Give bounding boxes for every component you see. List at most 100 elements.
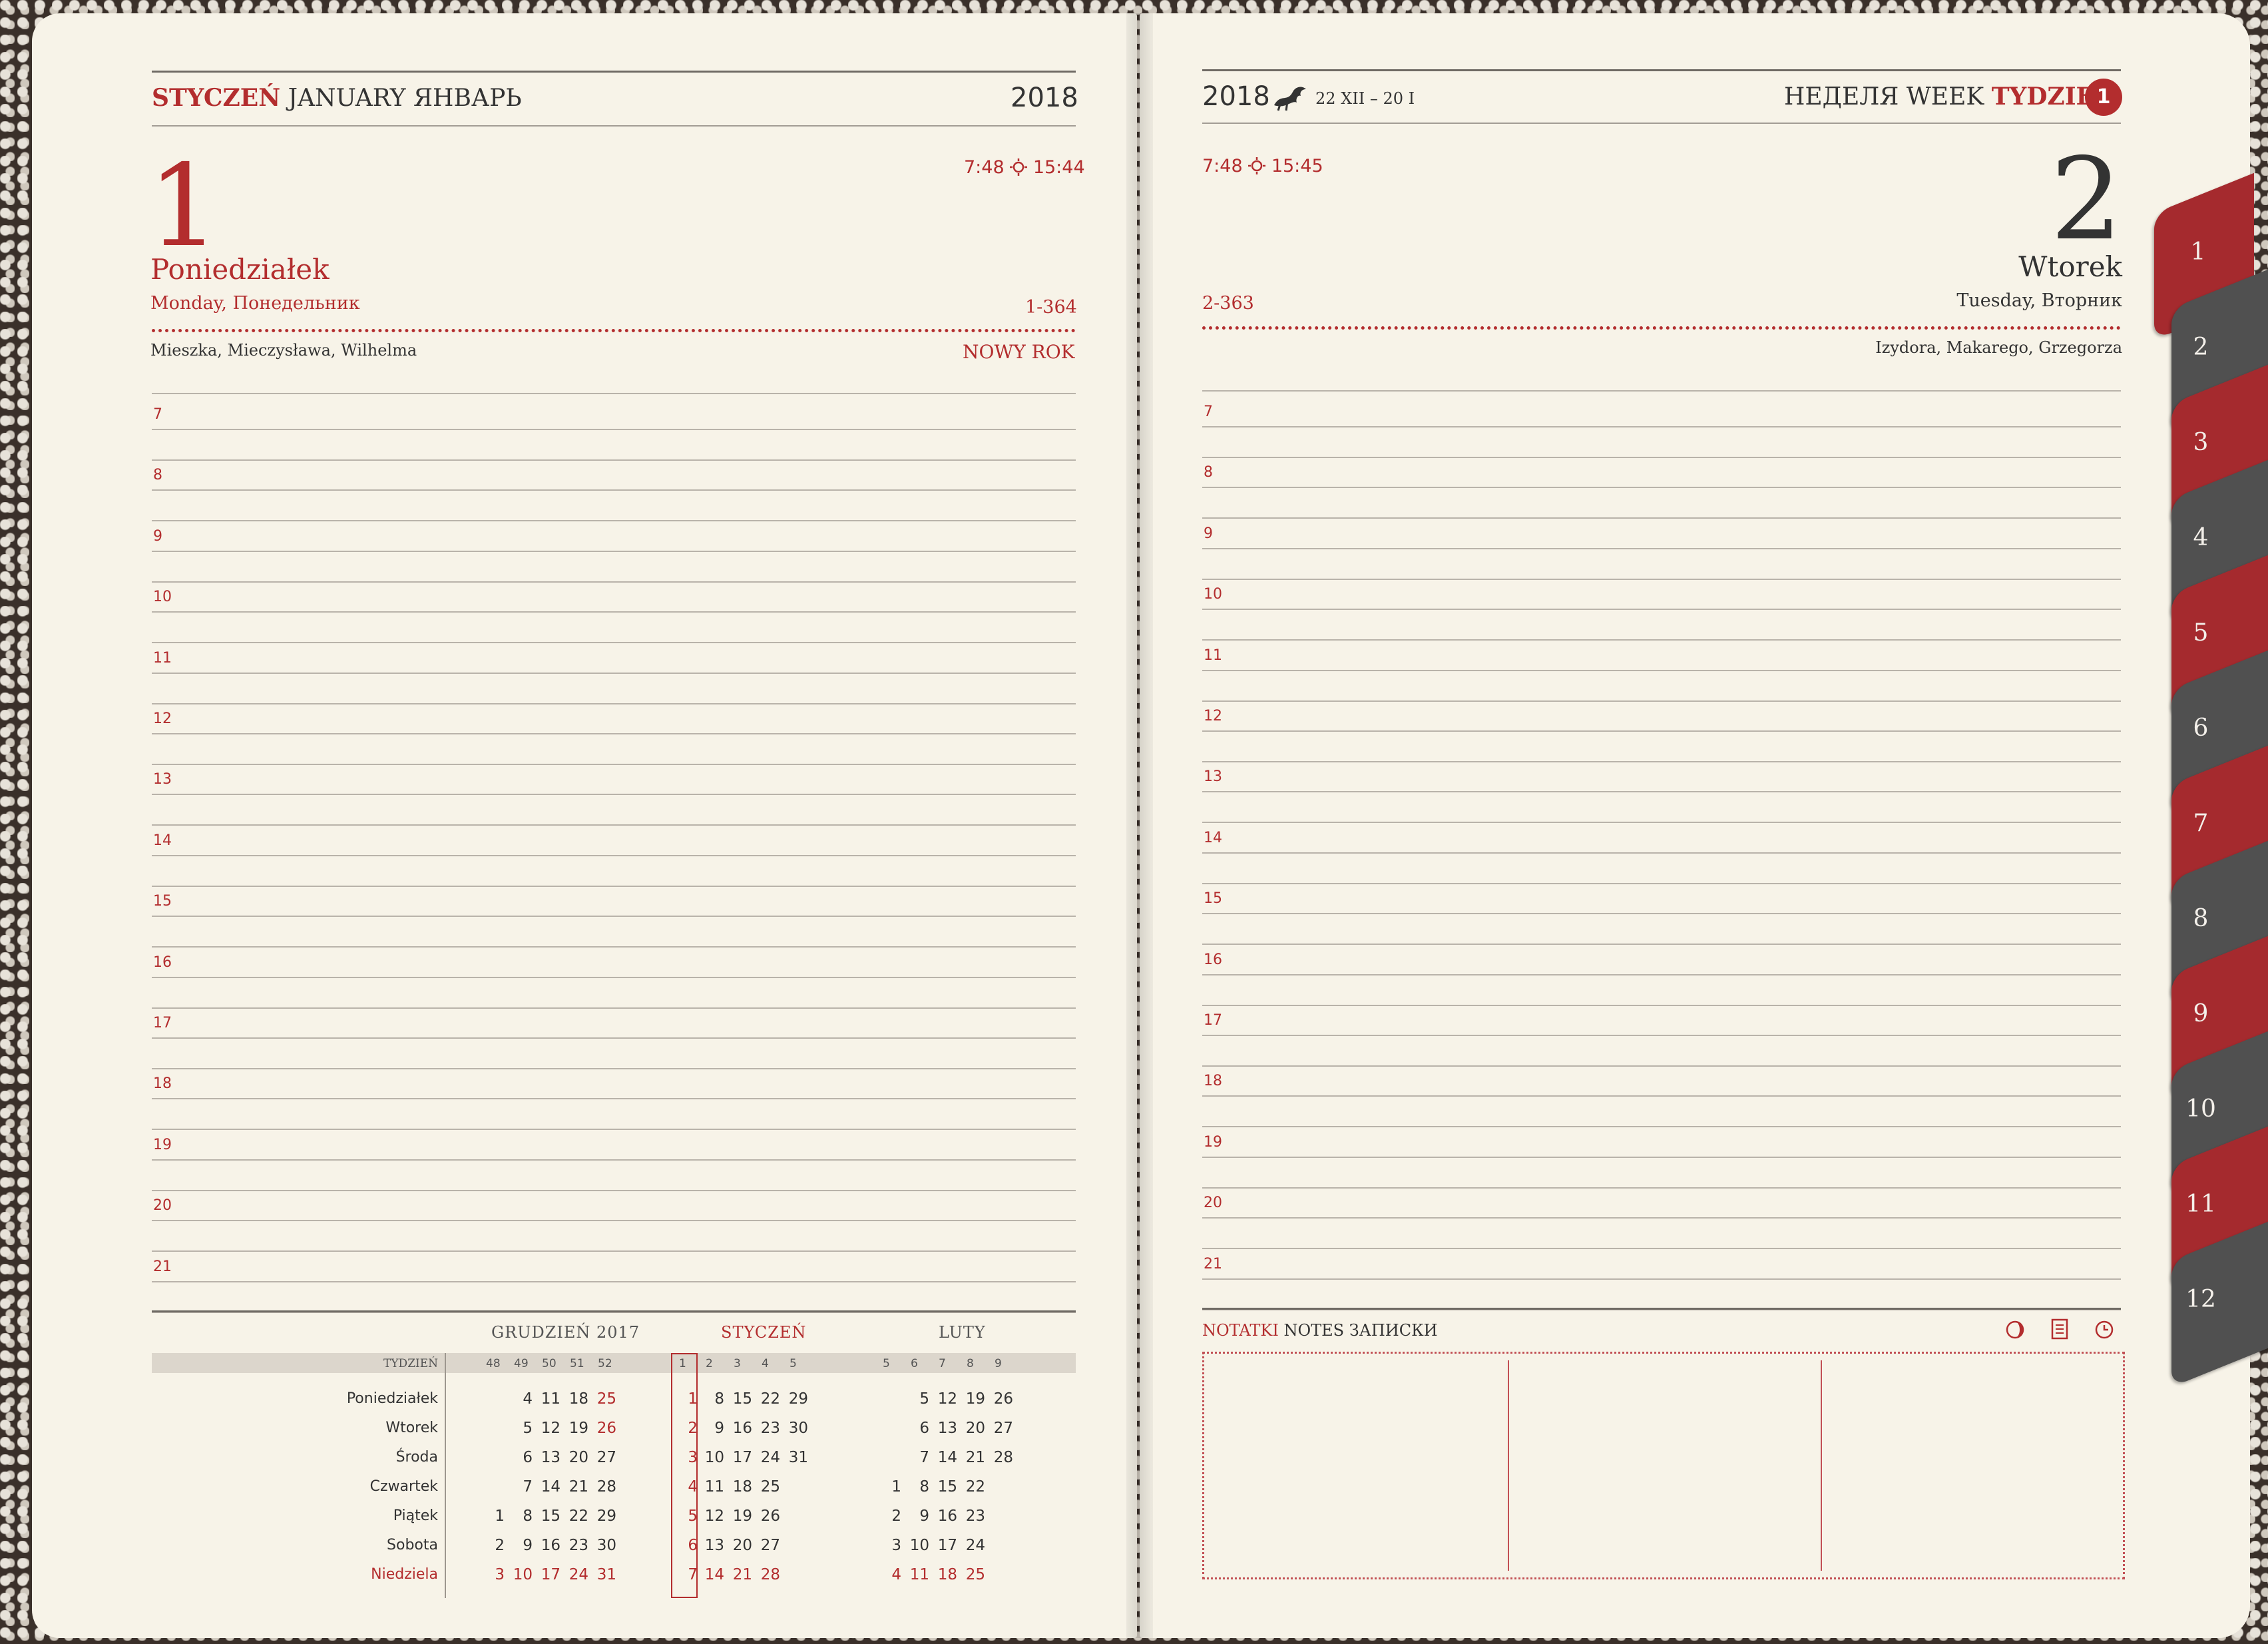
hour-writing-line[interactable] <box>152 764 1076 765</box>
hour-writing-line[interactable] <box>1202 1035 2121 1036</box>
hour-writing-line[interactable] <box>1202 578 2121 580</box>
hour-label: 19 <box>1204 1133 1222 1151</box>
hour-writing-line[interactable] <box>1202 1217 2121 1219</box>
hour-writing-line[interactable] <box>152 1250 1076 1252</box>
hour-writing-line[interactable] <box>1202 609 2121 611</box>
right-sunset: 15:45 <box>1271 156 1323 176</box>
hour-writing-line[interactable] <box>1202 1278 2121 1280</box>
hour-label: 10 <box>153 589 172 606</box>
hour-writing-line[interactable] <box>152 672 1076 674</box>
hour-writing-line[interactable] <box>152 1280 1076 1282</box>
hour-writing-line[interactable] <box>1202 1187 2121 1189</box>
hour-writing-line[interactable] <box>1202 487 2121 489</box>
hour-label: 11 <box>1204 647 1222 664</box>
calendar-day: 25 <box>596 1390 616 1408</box>
hour-writing-line[interactable] <box>1202 457 2121 458</box>
hour-writing-line[interactable] <box>152 520 1076 522</box>
hour-writing-line[interactable] <box>152 459 1076 461</box>
week-en: WEEK <box>1906 83 1984 111</box>
hour-writing-line[interactable] <box>152 489 1076 491</box>
calendar-weekday-label: Czwartek <box>369 1478 438 1495</box>
notes-column-divider-2 <box>1821 1360 1822 1571</box>
hour-writing-line[interactable] <box>152 976 1076 978</box>
hour-writing-line[interactable] <box>1202 973 2121 975</box>
left-header-top-line <box>152 71 1076 73</box>
hour-writing-line[interactable] <box>1202 547 2121 549</box>
calendar-day: 20 <box>732 1537 752 1554</box>
calendar-day: 17 <box>937 1537 957 1554</box>
hour-writing-line[interactable] <box>152 1098 1076 1100</box>
hour-writing-line[interactable] <box>152 794 1076 796</box>
calendar-day: 31 <box>596 1566 616 1583</box>
hour-writing-line[interactable] <box>1202 1126 2121 1128</box>
hour-writing-line[interactable] <box>152 824 1076 826</box>
left-name-days: Mieszka, Mieczysława, Wilhelma <box>150 341 417 360</box>
calendar-day: 8 <box>523 1507 533 1525</box>
hour-label: 12 <box>153 710 172 727</box>
hour-writing-line[interactable] <box>1202 761 2121 762</box>
notes-en: NOTES <box>1283 1321 1345 1340</box>
hour-writing-line[interactable] <box>1202 669 2121 671</box>
left-sun-times: 7:48 15:44 <box>964 157 1085 178</box>
hour-writing-line[interactable] <box>152 916 1076 918</box>
hour-writing-line[interactable] <box>1202 1095 2121 1097</box>
hour-writing-line[interactable] <box>1202 426 2121 427</box>
hour-writing-line[interactable] <box>1202 1248 2121 1250</box>
hour-label: 7 <box>153 406 162 423</box>
calendar-day: 26 <box>993 1390 1013 1408</box>
hour-writing-line[interactable] <box>152 1068 1076 1069</box>
hour-writing-line[interactable] <box>152 581 1076 583</box>
hour-writing-line[interactable] <box>1202 882 2121 884</box>
calendar-day: 10 <box>909 1537 929 1554</box>
hour-writing-line[interactable] <box>152 702 1076 704</box>
hour-writing-line[interactable] <box>152 854 1076 856</box>
hour-writing-line[interactable] <box>1202 913 2121 915</box>
hour-label: 20 <box>153 1197 172 1215</box>
notes-box[interactable] <box>1202 1352 2125 1579</box>
calendar-day: 25 <box>760 1478 780 1496</box>
right-year: 2018 <box>1202 81 1270 112</box>
hour-writing-line[interactable] <box>1202 730 2121 732</box>
calendar-day: 26 <box>596 1420 616 1437</box>
right-dotted-divider <box>1202 326 2121 330</box>
hour-label: 18 <box>153 1075 172 1093</box>
hour-writing-line[interactable] <box>1202 852 2121 854</box>
hour-writing-line[interactable] <box>152 1037 1076 1039</box>
hour-writing-line[interactable] <box>152 611 1076 613</box>
hour-label: 16 <box>1204 951 1222 968</box>
calendar-day: 15 <box>541 1507 561 1525</box>
hour-writing-line[interactable] <box>1202 700 2121 702</box>
calendar-day: 15 <box>937 1478 957 1496</box>
hour-writing-line[interactable] <box>152 550 1076 552</box>
calendar-week-number: 5 <box>883 1357 890 1370</box>
hour-writing-line[interactable] <box>1202 944 2121 946</box>
month-tab-label: 5 <box>2193 619 2209 647</box>
hour-label: 17 <box>1204 1012 1222 1029</box>
hour-writing-line[interactable] <box>1202 822 2121 824</box>
calendar-week-number: 8 <box>967 1357 974 1370</box>
hour-writing-line[interactable] <box>1202 1156 2121 1158</box>
calendar-week-number: 5 <box>790 1357 797 1370</box>
left-day-number: 1 <box>148 140 220 272</box>
hour-writing-line[interactable] <box>152 733 1076 734</box>
hour-writing-line[interactable] <box>1202 517 2121 519</box>
calendar-day: 20 <box>965 1420 985 1437</box>
hour-writing-line[interactable] <box>152 429 1076 430</box>
hour-writing-line[interactable] <box>152 642 1076 644</box>
hour-writing-line[interactable] <box>152 1129 1076 1131</box>
calendar-top-line <box>152 1310 1076 1312</box>
hour-writing-line[interactable] <box>1202 1065 2121 1067</box>
hour-label: 15 <box>153 893 172 910</box>
hour-writing-line[interactable] <box>152 946 1076 948</box>
hour-writing-line[interactable] <box>152 1007 1076 1009</box>
hour-writing-line[interactable] <box>1202 639 2121 641</box>
hour-writing-line[interactable] <box>1202 791 2121 793</box>
hour-writing-line[interactable] <box>152 1220 1076 1222</box>
month-tab-label: 9 <box>2193 1000 2209 1027</box>
calendar-day: 17 <box>732 1449 752 1466</box>
hour-writing-line[interactable] <box>1202 1004 2121 1006</box>
hour-writing-line[interactable] <box>152 1189 1076 1191</box>
hour-writing-line[interactable] <box>152 885 1076 887</box>
hour-writing-line[interactable] <box>152 1159 1076 1161</box>
calendar-week-number: 6 <box>911 1357 918 1370</box>
